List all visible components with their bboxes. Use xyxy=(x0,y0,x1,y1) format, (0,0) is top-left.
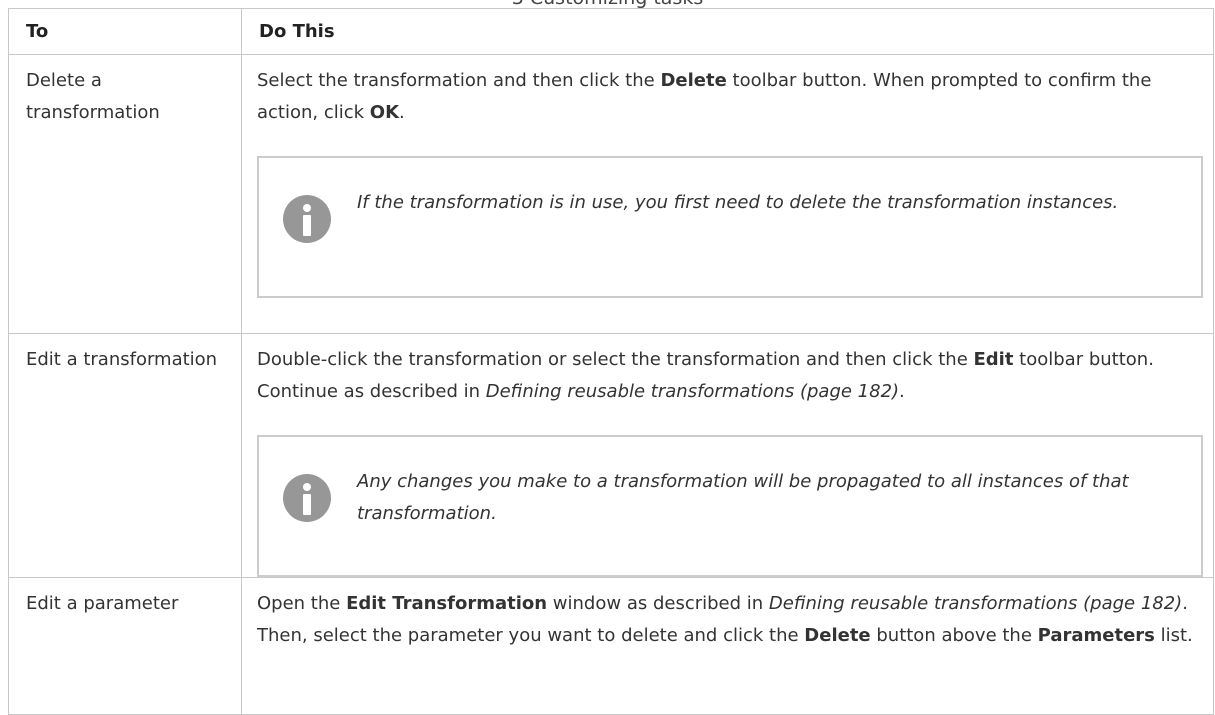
ui-term: Edit Transformation xyxy=(346,593,548,614)
row-action-label: Edit a parameter xyxy=(8,577,242,715)
actions-table: To Do This Delete a transformation Selec… xyxy=(8,8,1214,715)
row-instructions: Select the transformation and then click… xyxy=(241,54,1214,334)
column-header-to: To xyxy=(8,8,242,55)
info-icon xyxy=(283,474,331,522)
table-header-row: To Do This xyxy=(8,8,1214,55)
note-box: If the transformation is in use, you fir… xyxy=(257,156,1203,298)
row-action-label: Edit a transformation xyxy=(8,333,242,578)
text-run: Open the xyxy=(257,593,347,614)
note-text: Any changes you make to a transformation… xyxy=(357,471,1129,524)
note-text: If the transformation is in use, you fir… xyxy=(357,192,1119,213)
text-run: . xyxy=(899,381,905,402)
note-box: Any changes you make to a transformation… xyxy=(257,435,1203,577)
text-run: window as described in xyxy=(547,593,769,614)
row-description: Open the Edit Transformation window as d… xyxy=(257,588,1203,652)
table-row: Edit a parameter Open the Edit Transform… xyxy=(8,577,1214,715)
row-action-label: Delete a transformation xyxy=(8,54,242,334)
text-run: Select the transformation and then click… xyxy=(257,70,661,91)
text-run: list. xyxy=(1154,625,1193,646)
ui-term: Parameters xyxy=(1037,625,1155,646)
table-row: Edit a transformation Double-click the t… xyxy=(8,333,1214,578)
column-header-do-this: Do This xyxy=(241,8,1214,55)
text-run: button above the xyxy=(870,625,1038,646)
row-instructions: Open the Edit Transformation window as d… xyxy=(241,577,1214,715)
row-description: Select the transformation and then click… xyxy=(257,65,1203,129)
cross-reference-link[interactable]: Defining reusable transformations (page … xyxy=(486,381,899,402)
cross-reference-link[interactable]: Defining reusable transformations (page … xyxy=(769,593,1182,614)
info-icon xyxy=(283,195,331,243)
ui-term: Delete xyxy=(804,625,871,646)
text-run: Double-click the transformation or selec… xyxy=(257,349,974,370)
ui-term: Edit xyxy=(973,349,1014,370)
ui-term: OK xyxy=(369,102,400,123)
table-row: Delete a transformation Select the trans… xyxy=(8,54,1214,334)
row-instructions: Double-click the transformation or selec… xyxy=(241,333,1214,578)
ui-term: Delete xyxy=(660,70,727,91)
row-description: Double-click the transformation or selec… xyxy=(257,344,1203,408)
text-run: . xyxy=(399,102,405,123)
